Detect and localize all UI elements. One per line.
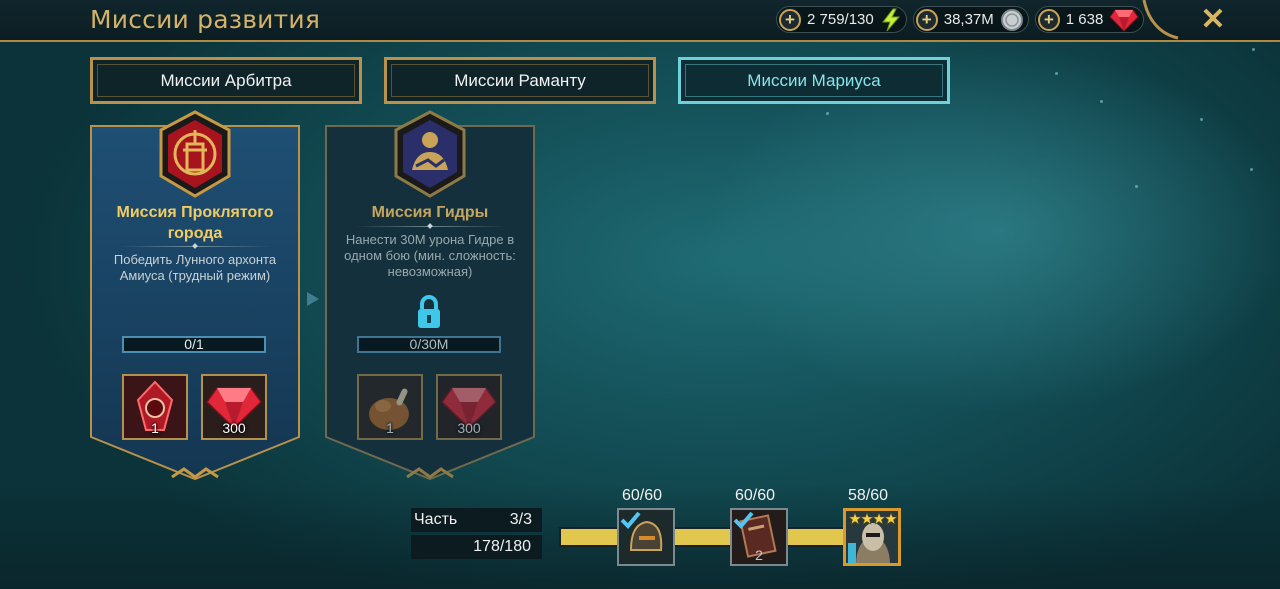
background-sparkle <box>1252 48 1255 51</box>
checkmark-icon <box>620 511 641 529</box>
corner-ornament-icon <box>1142 0 1179 40</box>
gem-resource[interactable]: + 1 638 <box>1034 6 1145 33</box>
lightning-icon <box>881 8 900 31</box>
close-button[interactable]: ✕ <box>1196 4 1230 36</box>
energy-value: 2 759/130 <box>807 11 874 28</box>
mission-card-hydra[interactable]: Миссия Гидры Нанести 30M урона Гидре в о… <box>325 110 535 481</box>
mission-progress: 0/1 <box>122 336 266 353</box>
background-sparkle <box>1135 185 1138 188</box>
reward-slot[interactable]: 1 <box>122 374 188 440</box>
chevron-right-icon <box>307 292 319 306</box>
add-silver-button[interactable]: + <box>915 8 938 31</box>
mission-card-cursed-city[interactable]: Миссия Проклятого города Победить Лунног… <box>90 110 300 481</box>
tab-label: Миссии Арбитра <box>160 70 292 90</box>
background-sparkle <box>1250 168 1253 171</box>
reward-count: 1 <box>151 420 159 436</box>
mission-description: Нанести 30M урона Гидре в одном бою (мин… <box>344 232 516 279</box>
part-indicator: Часть 3/3 <box>411 508 542 532</box>
card-divider <box>355 226 505 227</box>
milestone-label: 58/60 <box>847 487 889 504</box>
gem-value: 1 638 <box>1065 11 1104 28</box>
reward-slot[interactable]: 1 <box>357 374 423 440</box>
card-foot-ornament-icon <box>171 467 219 479</box>
silver-value: 38,37M <box>943 11 994 28</box>
milestone-label: 60/60 <box>621 487 663 504</box>
background-sparkle <box>826 112 829 115</box>
silver-coin-icon <box>1000 8 1023 31</box>
milestone-reward[interactable]: 2 <box>730 508 788 566</box>
cursed-city-emblem-icon <box>159 110 231 198</box>
mission-title: Миссия Проклятого города <box>116 204 274 242</box>
reward-slot[interactable]: 300 <box>436 374 502 440</box>
energy-resource[interactable]: + 2 759/130 <box>776 6 907 33</box>
ruby-gem-icon <box>1109 9 1139 32</box>
silver-resource[interactable]: + 38,37M <box>912 6 1029 33</box>
reward-slot[interactable]: 300 <box>201 374 267 440</box>
tab-ramantu-missions[interactable]: Миссии Раманту <box>384 57 656 104</box>
reward-count: 300 <box>457 420 481 436</box>
reward-count: 300 <box>222 420 246 436</box>
points-total: 178/180 <box>411 535 542 559</box>
tab-marius-missions[interactable]: Миссии Мариуса <box>678 57 950 104</box>
milestone-champion-reward[interactable] <box>843 508 901 566</box>
tab-arbiter-missions[interactable]: Миссии Арбитра <box>90 57 362 104</box>
mission-description: Победить Лунного архонта Амиуса (трудный… <box>113 252 277 283</box>
top-bar: Миссии развития + 2 759/130 + 38,37M + 1… <box>0 0 1280 42</box>
handshake-emblem-icon <box>394 110 466 198</box>
resource-bar: + 2 759/130 + 38,37M + 1 638 <box>776 6 1145 34</box>
lock-icon <box>418 295 440 328</box>
milestone-label: 60/60 <box>734 487 776 504</box>
checkmark-icon <box>733 511 754 529</box>
add-energy-button[interactable]: + <box>779 8 801 31</box>
card-foot-ornament-icon <box>406 467 454 479</box>
part-value: 3/3 <box>509 511 532 528</box>
tab-label: Миссии Раманту <box>454 70 586 90</box>
progress-track <box>559 527 849 547</box>
mission-title: Миссия Гидры <box>371 204 489 221</box>
card-divider <box>120 246 270 247</box>
part-label: Часть <box>414 511 458 528</box>
star-rating-icon <box>849 513 897 525</box>
tab-label: Миссии Мариуса <box>747 70 881 90</box>
background-sparkle <box>1200 118 1203 121</box>
milestone-reward[interactable] <box>617 508 675 566</box>
mission-progress: 0/30M <box>357 336 501 353</box>
milestone-count: 2 <box>755 547 763 563</box>
reward-count: 1 <box>386 420 394 436</box>
background-sparkle <box>1100 100 1103 103</box>
background-sparkle <box>1055 72 1058 75</box>
add-gems-button[interactable]: + <box>1037 8 1060 31</box>
page-title: Миссии развития <box>90 5 321 34</box>
